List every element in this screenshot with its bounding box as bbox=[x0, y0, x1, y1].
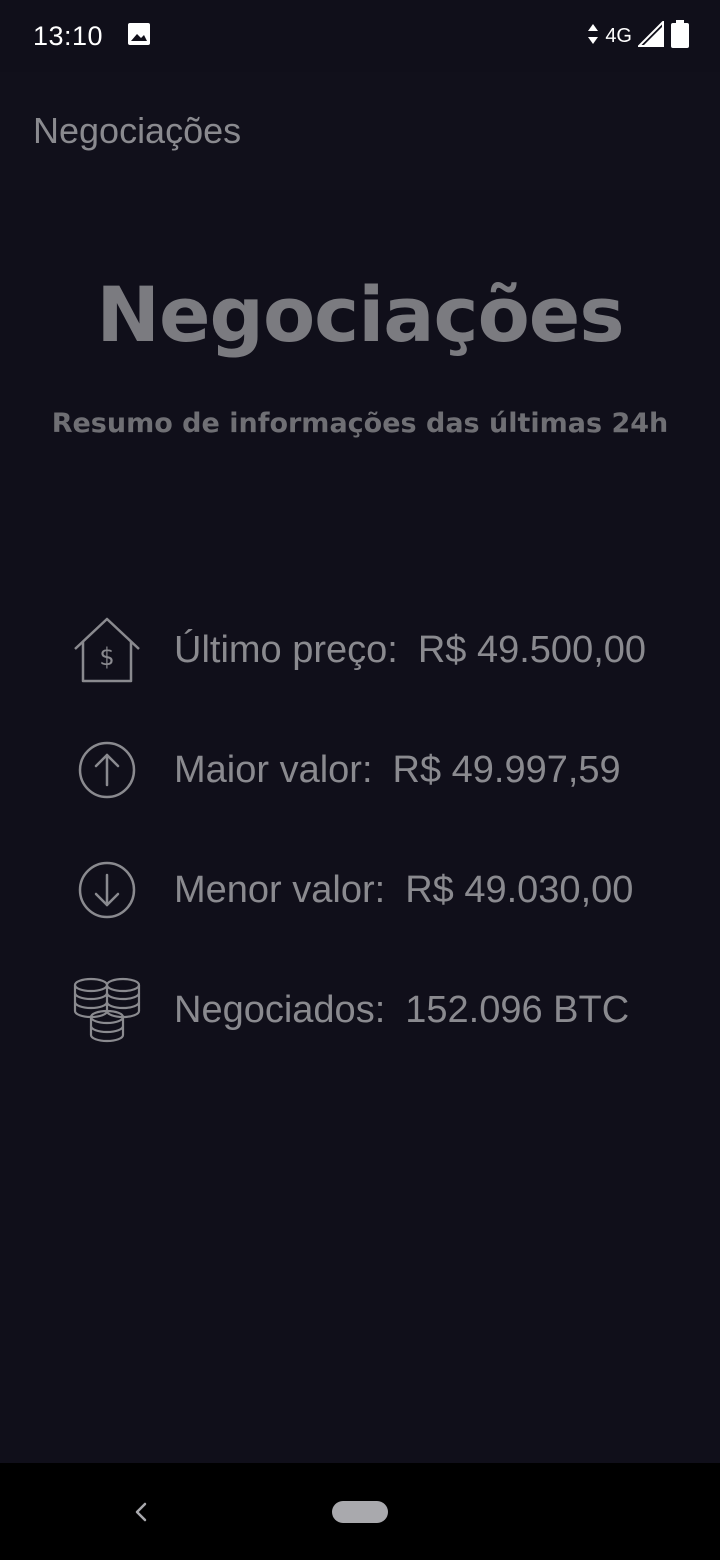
coins-stack-icon bbox=[70, 973, 144, 1047]
arrow-up-circle-icon bbox=[70, 733, 144, 807]
stat-value: R$ 49.500,00 bbox=[417, 628, 647, 671]
network-type: 4G bbox=[605, 24, 632, 47]
image-icon bbox=[127, 22, 151, 51]
stat-row-volume: Negociados: 152.096 BTC bbox=[70, 950, 690, 1070]
back-icon[interactable] bbox=[128, 1497, 152, 1527]
app-toolbar: Negociações bbox=[0, 72, 720, 190]
toolbar-title: Negociações bbox=[33, 110, 242, 151]
status-bar: 13:10 4G bbox=[0, 0, 720, 72]
stat-row-high: Maior valor: R$ 49.997,59 bbox=[70, 710, 690, 830]
system-nav-bar bbox=[0, 1463, 720, 1560]
data-arrows-icon bbox=[587, 22, 599, 51]
stat-row-low: Menor valor: R$ 49.030,00 bbox=[70, 830, 690, 950]
stat-label: Último preço: bbox=[174, 628, 398, 671]
svg-text:$: $ bbox=[99, 643, 114, 671]
status-time: 13:10 bbox=[33, 20, 104, 51]
arrow-down-circle-icon bbox=[70, 853, 144, 927]
house-dollar-icon: $ bbox=[70, 613, 144, 687]
stats-list: $ Último preço: R$ 49.500,00 Maior valor… bbox=[70, 590, 690, 1070]
stat-label: Negociados: bbox=[174, 988, 386, 1031]
home-pill-button[interactable] bbox=[332, 1501, 388, 1523]
stat-value: 152.096 BTC bbox=[405, 988, 630, 1031]
stat-label: Maior valor: bbox=[174, 748, 373, 791]
signal-icon bbox=[636, 19, 664, 52]
stat-value: R$ 49.030,00 bbox=[405, 868, 634, 911]
page-subtitle: Resumo de informações das últimas 24h bbox=[51, 408, 669, 439]
stat-value: R$ 49.997,59 bbox=[392, 748, 621, 791]
battery-icon bbox=[670, 19, 690, 53]
stat-row-last-price: $ Último preço: R$ 49.500,00 bbox=[70, 590, 690, 710]
stat-label: Menor valor: bbox=[174, 868, 386, 911]
page-title: Negociações bbox=[96, 270, 624, 359]
